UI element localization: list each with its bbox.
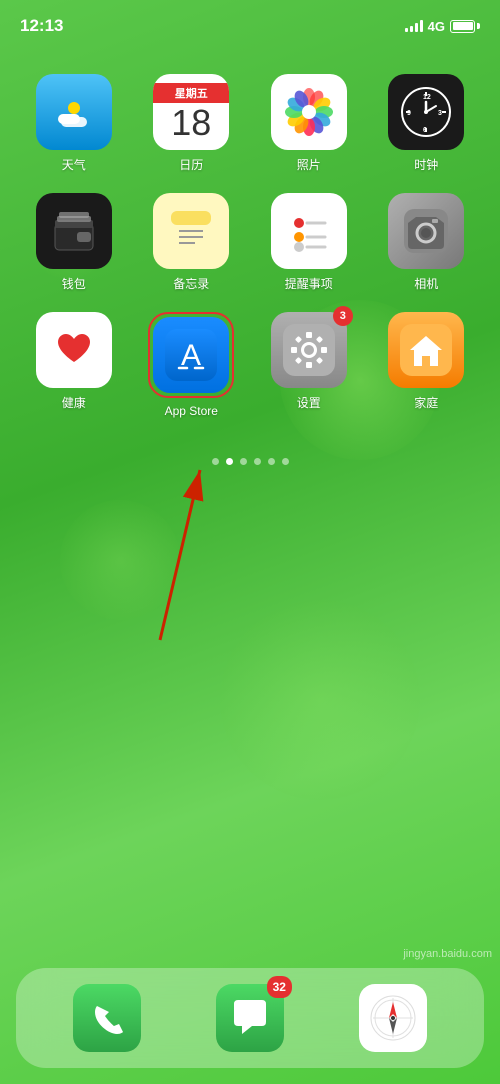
appstore-icon: A bbox=[165, 329, 217, 381]
weather-label: 天气 bbox=[62, 156, 86, 173]
status-icons: 4G bbox=[405, 19, 480, 34]
svg-text:6: 6 bbox=[423, 127, 427, 134]
settings-icon bbox=[283, 324, 335, 376]
page-dot-2 bbox=[226, 458, 233, 465]
photos-icon bbox=[282, 85, 336, 139]
app-calendar[interactable]: 星期五 18 日历 bbox=[138, 74, 246, 173]
notes-label: 备忘录 bbox=[173, 275, 209, 292]
app-store-highlight-box: A bbox=[148, 312, 234, 398]
dock-messages[interactable]: 32 bbox=[216, 984, 284, 1052]
dock-phone[interactable] bbox=[73, 984, 141, 1052]
dock: 32 bbox=[16, 968, 484, 1068]
photos-label: 照片 bbox=[297, 156, 321, 173]
calendar-label: 日历 bbox=[179, 156, 203, 173]
camera-label: 相机 bbox=[414, 275, 438, 292]
settings-badge: 3 bbox=[333, 306, 353, 326]
reminders-icon bbox=[283, 205, 335, 257]
app-health[interactable]: 健康 bbox=[20, 312, 128, 418]
wallet-icon bbox=[49, 206, 99, 256]
app-notes[interactable]: 备忘录 bbox=[138, 193, 246, 292]
page-dots bbox=[0, 448, 500, 475]
app-reminders[interactable]: 提醒事项 bbox=[255, 193, 363, 292]
health-label: 健康 bbox=[62, 394, 86, 411]
app-camera[interactable]: 相机 bbox=[373, 193, 481, 292]
phone-icon bbox=[87, 998, 127, 1038]
reminders-label: 提醒事项 bbox=[285, 275, 333, 292]
home-icon bbox=[400, 324, 452, 376]
watermark-line1: jingyan.baidu.com bbox=[403, 947, 492, 962]
signal-bars-icon bbox=[405, 20, 423, 32]
messages-icon bbox=[228, 996, 272, 1040]
status-bar: 12:13 4G bbox=[0, 0, 500, 44]
app-clock[interactable]: 12 3 6 9 时钟 bbox=[373, 74, 481, 173]
phone-icon-bg bbox=[73, 984, 141, 1052]
svg-text:3: 3 bbox=[438, 110, 442, 117]
calendar-day: 18 bbox=[171, 103, 211, 141]
weather-icon bbox=[52, 90, 96, 134]
svg-text:12: 12 bbox=[423, 94, 431, 101]
app-appstore[interactable]: A App Store bbox=[138, 312, 246, 418]
page-dot-5 bbox=[268, 458, 275, 465]
home-label: 家庭 bbox=[414, 394, 438, 411]
status-time: 12:13 bbox=[20, 16, 63, 36]
calendar-header: 星期五 bbox=[153, 83, 229, 103]
clock-label: 时钟 bbox=[414, 156, 438, 173]
settings-label: 设置 bbox=[297, 394, 321, 411]
camera-icon bbox=[400, 205, 452, 257]
network-label: 4G bbox=[428, 19, 445, 34]
health-icon bbox=[48, 324, 100, 376]
svg-text:9: 9 bbox=[407, 110, 411, 117]
app-wallet[interactable]: 钱包 bbox=[20, 193, 128, 292]
app-grid: 天气 星期五 18 日历 bbox=[0, 54, 500, 438]
appstore-label: App Store bbox=[165, 404, 218, 418]
battery-icon bbox=[450, 20, 480, 33]
wallet-label: 钱包 bbox=[62, 275, 86, 292]
page-dot-6 bbox=[282, 458, 289, 465]
app-settings[interactable]: 3 设置 bbox=[255, 312, 363, 418]
dock-safari[interactable] bbox=[359, 984, 427, 1052]
app-photos[interactable]: 照片 bbox=[255, 74, 363, 173]
clock-icon: 12 3 6 9 bbox=[400, 86, 452, 138]
page-dot-1 bbox=[212, 458, 219, 465]
page-dot-3 bbox=[240, 458, 247, 465]
app-weather[interactable]: 天气 bbox=[20, 74, 128, 173]
watermark: jingyan.baidu.com bbox=[403, 947, 492, 962]
arrow-annotation bbox=[100, 450, 260, 650]
notes-icon bbox=[165, 205, 217, 257]
safari-icon bbox=[367, 992, 419, 1044]
app-home[interactable]: 家庭 bbox=[373, 312, 481, 418]
page-dot-4 bbox=[254, 458, 261, 465]
messages-badge: 32 bbox=[267, 976, 292, 998]
safari-icon-bg bbox=[359, 984, 427, 1052]
